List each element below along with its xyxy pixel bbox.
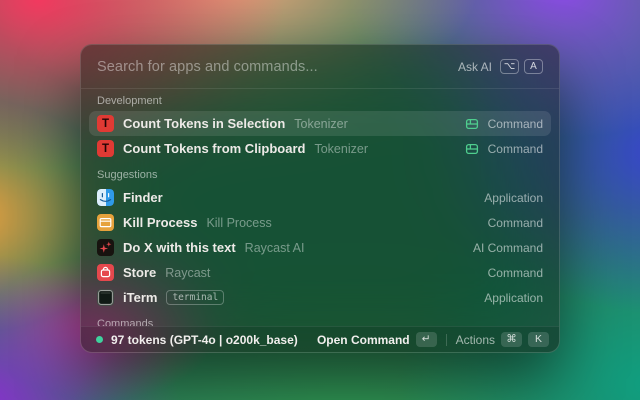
item-type-label: Command (488, 266, 543, 280)
item-subtitle: Raycast (165, 266, 210, 280)
status-bar: 97 tokens (GPT-4o | o200k_base) Open Com… (81, 326, 559, 352)
item-subtitle: Tokenizer (294, 117, 348, 131)
item-type-label: Command (488, 216, 543, 230)
raycast-ai-icon (97, 239, 114, 256)
footer-divider (446, 334, 447, 346)
item-type-label: Command (488, 142, 543, 156)
cmd-key-badge: ⌘ (501, 332, 522, 347)
item-subtitle: Raycast AI (245, 241, 305, 255)
results-list: Development T Count Tokens in Selection … (81, 89, 559, 326)
item-title: Finder (123, 190, 163, 205)
item-title: Count Tokens from Clipboard (123, 141, 305, 156)
item-title: Count Tokens in Selection (123, 116, 285, 131)
section-header-development: Development (89, 92, 551, 111)
k-key-badge: K (528, 332, 549, 347)
desktop-background: Search for apps and commands... Ask AI ⌥… (0, 0, 640, 400)
ask-ai-label: Ask AI (458, 60, 492, 74)
command-type-icon (465, 142, 479, 156)
command-type-icon (465, 117, 479, 131)
tokenizer-icon: T (97, 140, 114, 157)
raycast-launcher-window: Search for apps and commands... Ask AI ⌥… (80, 44, 560, 353)
search-input[interactable]: Search for apps and commands... (97, 59, 450, 75)
terminal-chip: terminal (166, 290, 224, 306)
item-type-label: Application (484, 191, 543, 205)
section-header-suggestions: Suggestions (89, 161, 551, 185)
list-item-kill-process[interactable]: Kill Process Kill Process Command (89, 210, 551, 235)
kill-process-icon (97, 214, 114, 231)
item-subtitle: Kill Process (206, 216, 271, 230)
status-dot-icon (96, 336, 103, 343)
section-header-commands: Commands (89, 310, 551, 326)
list-item-count-tokens-from-clipboard[interactable]: T Count Tokens from Clipboard Tokenizer … (89, 136, 551, 161)
store-icon (97, 264, 114, 281)
a-key-badge: A (524, 59, 543, 74)
tokenizer-icon: T (97, 115, 114, 132)
list-item-iterm[interactable]: iTerm terminal Application (89, 285, 551, 310)
actions-button[interactable]: Actions (456, 333, 495, 347)
return-key-badge: ↵ (416, 332, 437, 347)
item-title: Do X with this text (123, 240, 236, 255)
item-title: Store (123, 265, 156, 280)
list-item-finder[interactable]: Finder Application (89, 185, 551, 210)
token-count-status: 97 tokens (GPT-4o | o200k_base) (111, 333, 298, 347)
item-title: Kill Process (123, 215, 197, 230)
search-bar[interactable]: Search for apps and commands... Ask AI ⌥… (81, 45, 559, 89)
list-item-store[interactable]: Store Raycast Command (89, 260, 551, 285)
item-type-label: Command (488, 117, 543, 131)
ask-ai-button[interactable]: Ask AI ⌥ A (458, 59, 543, 74)
list-item-count-tokens-in-selection[interactable]: T Count Tokens in Selection Tokenizer Co… (89, 111, 551, 136)
item-type-label: Application (484, 291, 543, 305)
finder-icon (97, 189, 114, 206)
item-subtitle: Tokenizer (314, 142, 368, 156)
item-type-label: AI Command (473, 241, 543, 255)
footer-actions: Open Command ↵ Actions ⌘ K (317, 332, 549, 347)
iterm-icon (97, 289, 114, 306)
list-item-do-x-with-this-text[interactable]: Do X with this text Raycast AI AI Comman… (89, 235, 551, 260)
option-key-badge: ⌥ (500, 59, 519, 74)
item-title: iTerm (123, 290, 157, 305)
open-command-button[interactable]: Open Command (317, 333, 410, 347)
